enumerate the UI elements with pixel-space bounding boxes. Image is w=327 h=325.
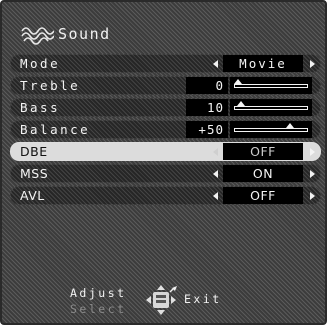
mode-value: Movie	[223, 55, 303, 72]
balance-label: Balance	[20, 122, 91, 137]
menu-item-bass[interactable]: Bass 10	[10, 98, 321, 117]
dbe-label: DBE	[20, 144, 48, 159]
arrow-left-icon[interactable]	[210, 142, 220, 161]
arrow-right-icon[interactable]	[307, 164, 317, 183]
arrow-right-icon[interactable]	[307, 54, 317, 73]
treble-slider-track	[234, 84, 308, 88]
select-hint: Select	[70, 302, 127, 316]
bass-slider-track	[234, 106, 308, 110]
sound-wave-icon	[21, 27, 54, 45]
mss-value: ON	[223, 165, 303, 182]
settings-list: Mode Movie Treble 0 Bass 10 Balance +50	[10, 54, 321, 208]
menu-item-balance[interactable]: Balance +50	[10, 120, 321, 139]
treble-slider-knob[interactable]	[234, 79, 242, 84]
adjust-hint: Adjust	[70, 286, 127, 300]
mss-label: MSS	[20, 166, 49, 181]
arrow-left-icon[interactable]	[210, 54, 220, 73]
menu-item-treble[interactable]: Treble 0	[10, 76, 321, 95]
treble-value: 0	[186, 77, 228, 94]
bass-slider-knob[interactable]	[237, 101, 246, 106]
sound-menu: Sound Mode Movie Treble 0 Bass 10 Balanc…	[0, 0, 327, 325]
bass-slider[interactable]	[230, 99, 312, 116]
arrow-left-icon[interactable]	[210, 164, 220, 183]
arrow-left-icon[interactable]	[210, 186, 220, 205]
balance-slider-track	[234, 128, 308, 132]
menu-item-avl[interactable]: AVL OFF	[10, 186, 321, 205]
avl-value: OFF	[223, 187, 303, 204]
remote-dpad-icon	[146, 285, 177, 315]
treble-slider[interactable]	[230, 77, 312, 94]
menu-header: Sound	[16, 20, 315, 48]
treble-label: Treble	[20, 78, 81, 93]
balance-value: +50	[186, 121, 228, 138]
menu-title: Sound	[58, 25, 111, 43]
dbe-value: OFF	[223, 143, 303, 160]
button-hints: Adjust Select Exit	[62, 280, 262, 320]
menu-item-mode[interactable]: Mode Movie	[10, 54, 321, 73]
balance-slider[interactable]	[230, 121, 312, 138]
balance-slider-knob[interactable]	[285, 123, 294, 128]
arrow-right-icon[interactable]	[307, 142, 317, 161]
menu-item-dbe[interactable]: DBE OFF	[10, 142, 321, 161]
mode-label: Mode	[20, 56, 61, 71]
bass-label: Bass	[20, 100, 61, 115]
menu-item-mss[interactable]: MSS ON	[10, 164, 321, 183]
avl-label: AVL	[20, 188, 45, 203]
arrow-right-icon[interactable]	[307, 186, 317, 205]
exit-hint: Exit	[184, 292, 222, 306]
bass-value: 10	[186, 99, 228, 116]
